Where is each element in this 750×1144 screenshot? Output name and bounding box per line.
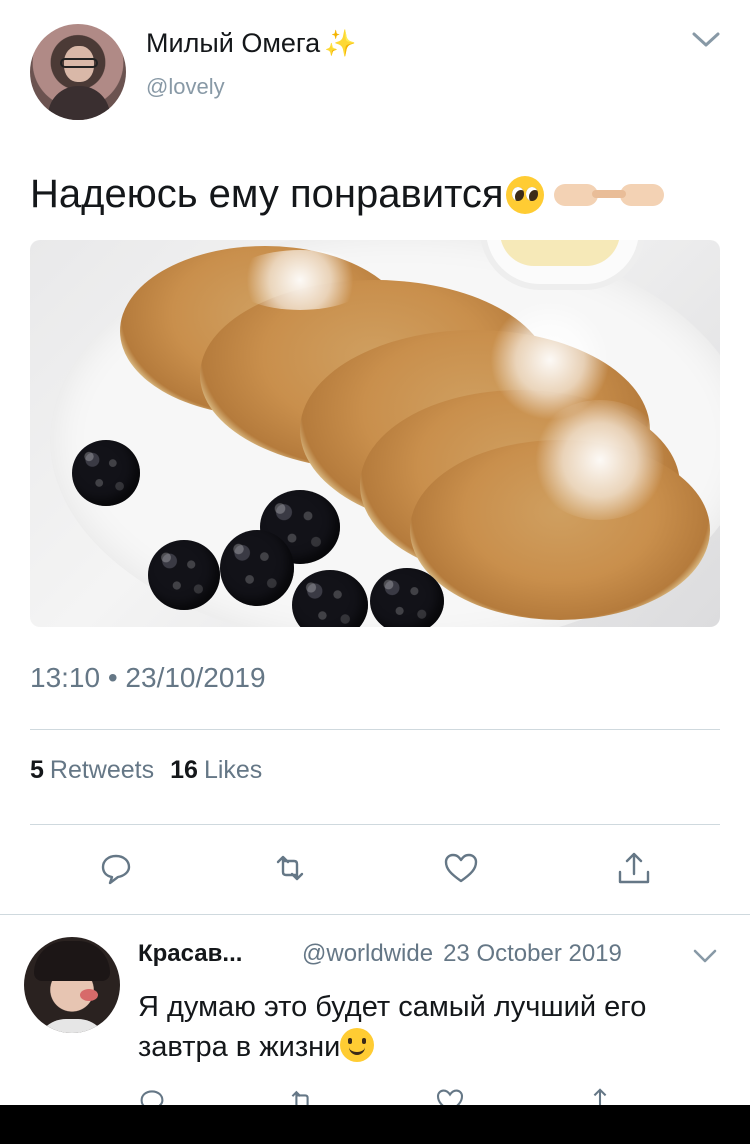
reply-icon[interactable] xyxy=(96,848,136,888)
hand-pointing-right-icon xyxy=(553,183,614,206)
tweet-text-content: Надеюсь ему понравится xyxy=(30,172,504,216)
reply-tweet[interactable]: Красав... @worldwide 23 October 2019 Я д… xyxy=(0,915,750,1105)
reply-header: Красав... @worldwide 23 October 2019 xyxy=(138,940,718,968)
chevron-down-icon[interactable] xyxy=(690,26,722,52)
author-name[interactable]: Милый Омега ✨ xyxy=(146,28,357,59)
tweet-photo[interactable] xyxy=(30,240,720,627)
like-icon[interactable] xyxy=(441,848,481,888)
retweets-stat[interactable]: 5 Retweets xyxy=(30,756,154,785)
reply-text-content: Я думаю это будет самый лучший его завтр… xyxy=(138,991,647,1063)
reply-author-name[interactable]: Красав... xyxy=(138,940,268,968)
powdered-sugar xyxy=(530,400,670,520)
likes-count: 16 xyxy=(170,756,198,784)
retweet-icon[interactable] xyxy=(270,848,310,888)
reply-icon[interactable] xyxy=(136,1085,168,1105)
reply-text: Я думаю это будет самый лучший его завтр… xyxy=(138,987,728,1067)
bottom-black-bar xyxy=(0,1105,750,1144)
blackberry xyxy=(72,440,140,506)
tweet-stats: 5 Retweets 16 Likes xyxy=(30,756,262,785)
like-icon[interactable] xyxy=(434,1085,466,1105)
share-icon[interactable] xyxy=(584,1085,616,1105)
sparkles-icon: ✨ xyxy=(324,28,357,58)
pleading-face-icon xyxy=(505,175,544,214)
blackberry xyxy=(220,530,294,606)
share-icon[interactable] xyxy=(614,848,654,888)
reply-date: 23 October 2019 xyxy=(443,940,622,967)
author-handle[interactable]: @lovely xyxy=(146,74,225,100)
chevron-down-icon[interactable] xyxy=(692,945,718,967)
hand-pointing-left-icon xyxy=(603,183,664,206)
author-avatar[interactable] xyxy=(30,24,126,120)
tweet-actions xyxy=(0,848,750,892)
powdered-sugar xyxy=(230,250,370,310)
retweet-icon[interactable] xyxy=(286,1085,318,1105)
tweet-text: Надеюсь ему понравится xyxy=(30,172,664,217)
blackberry xyxy=(148,540,220,610)
reply-author-avatar[interactable] xyxy=(24,937,120,1033)
author-name-text: Милый Омега xyxy=(146,28,321,58)
likes-stat[interactable]: 16 Likes xyxy=(170,756,262,785)
likes-label: Likes xyxy=(203,756,263,784)
retweets-label: Retweets xyxy=(49,756,155,784)
blackberry xyxy=(370,568,444,627)
retweets-count: 5 xyxy=(30,756,44,784)
reply-actions xyxy=(0,1085,750,1105)
reply-author-handle[interactable]: @worldwide xyxy=(302,940,433,968)
divider xyxy=(30,824,720,825)
slightly-smiling-face-icon xyxy=(340,1028,375,1062)
divider xyxy=(30,729,720,730)
main-tweet: Милый Омега ✨ @lovely Надеюсь ему понрав… xyxy=(0,0,750,914)
tweet-timestamp: 13:10 • 23/10/2019 xyxy=(30,662,266,693)
